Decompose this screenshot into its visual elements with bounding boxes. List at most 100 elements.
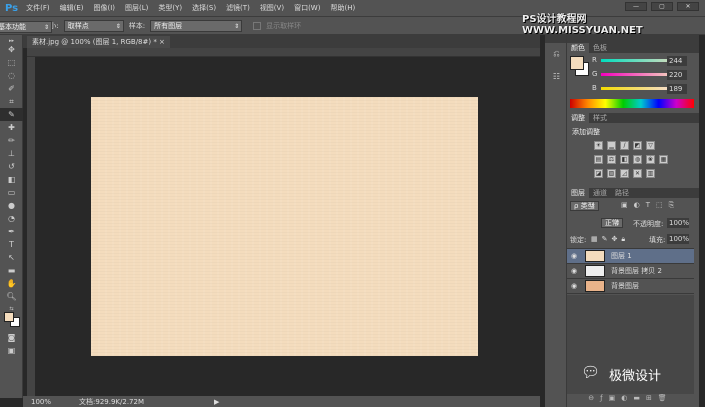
lasso-tool-icon[interactable]: ◌ xyxy=(0,69,23,82)
type-tool-icon[interactable]: T xyxy=(0,238,23,251)
collapse-icon[interactable]: ▸▸ xyxy=(0,35,23,44)
color-swatches[interactable] xyxy=(0,311,22,331)
status-menu-arrow-icon[interactable]: ▶ xyxy=(214,398,219,406)
menu-filter[interactable]: 滤镜(T) xyxy=(226,3,250,13)
layers-footer-buttons[interactable]: ⊖ƒ▣◐▬⊞🗑︎ xyxy=(567,394,694,405)
layer-thumbnail xyxy=(585,265,605,277)
black-white-icon[interactable]: ◧ xyxy=(620,155,629,164)
color-balance-icon[interactable]: ⚖ xyxy=(607,155,616,164)
shape-tool-icon[interactable]: ▬ xyxy=(0,264,23,277)
menu-edit[interactable]: 编辑(E) xyxy=(60,3,84,13)
adjust-panel-tabs: 调整 样式 xyxy=(567,113,699,123)
opacity-label: 不透明度: xyxy=(633,220,664,228)
menu-select[interactable]: 选择(S) xyxy=(192,3,216,13)
sample-label: 样本: xyxy=(128,21,146,30)
swap-colors-icon[interactable]: ⇆ xyxy=(0,303,23,312)
pen-tool-icon[interactable]: ✒ xyxy=(0,225,23,238)
layer-thumbnail xyxy=(585,250,605,262)
exposure-icon[interactable]: ◩ xyxy=(633,141,642,150)
eye-icon[interactable]: ◉ xyxy=(567,267,581,275)
menu-help[interactable]: 帮助(H) xyxy=(330,3,355,13)
blue-value[interactable]: 189 xyxy=(667,84,687,94)
eye-icon[interactable]: ◉ xyxy=(567,282,581,290)
zoom-tool-icon[interactable]: 🔍︎ xyxy=(0,290,23,303)
brightness-icon[interactable]: ☀ xyxy=(594,141,603,150)
tab-styles[interactable]: 样式 xyxy=(589,113,611,123)
hand-tool-icon[interactable]: ✋ xyxy=(0,277,23,290)
hue-sat-icon[interactable]: ▤ xyxy=(594,155,603,164)
menu-window[interactable]: 窗口(W) xyxy=(294,3,320,13)
zoom-level[interactable]: 100% xyxy=(31,398,51,406)
quick-select-tool-icon[interactable]: ✐ xyxy=(0,82,23,95)
eraser-tool-icon[interactable]: ◧ xyxy=(0,173,23,186)
layer-filter-select[interactable]: ρ 类型 xyxy=(570,201,599,211)
levels-icon[interactable]: ▁ xyxy=(607,141,616,150)
quick-mask-icon[interactable]: ◙ xyxy=(0,331,23,344)
status-bar: 100% 文档:929.9K/2.72M ▶ xyxy=(23,396,540,407)
screen-mode-icon[interactable]: ▣ xyxy=(0,344,23,357)
green-value[interactable]: 220 xyxy=(667,70,687,80)
selective-color-icon[interactable]: ✕ xyxy=(633,169,642,178)
layer-name: 图层 1 xyxy=(611,252,632,260)
tab-swatches[interactable]: 色板 xyxy=(589,43,611,53)
document-size: 文档:929.9K/2.72M xyxy=(79,397,144,406)
red-value[interactable]: 244 xyxy=(667,56,687,66)
healing-tool-icon[interactable]: ✚ xyxy=(0,121,23,134)
menu-file[interactable]: 文件(F) xyxy=(26,3,50,13)
threshold-icon[interactable]: ◿ xyxy=(620,169,629,178)
layer-row[interactable]: ◉ 背景图层 拷贝 2 xyxy=(567,264,694,279)
foreground-color-swatch[interactable] xyxy=(570,56,584,70)
sample-select[interactable]: 所有图层 xyxy=(150,19,243,32)
tab-layers[interactable]: 图层 xyxy=(567,188,589,198)
tab-channels[interactable]: 通道 xyxy=(589,188,611,198)
lock-icons[interactable]: ▦✎✥🔒︎ xyxy=(591,235,629,244)
invert-icon[interactable]: ◪ xyxy=(594,169,603,178)
layer-name: 背景图层 xyxy=(611,282,639,290)
marquee-tool-icon[interactable]: ⬚ xyxy=(0,56,23,69)
photoshop-logo: Ps xyxy=(5,2,19,14)
color-panel-tabs: 颜色 色板 xyxy=(567,43,699,53)
document-tab[interactable]: 素材.jpg @ 100% (图层 1, RGB/8#) * × xyxy=(27,36,170,48)
layer-filter-icons[interactable]: ▣◐T⬚⎘ xyxy=(621,201,680,210)
opacity-input[interactable]: 100% xyxy=(667,218,689,228)
tab-paths[interactable]: 路径 xyxy=(611,188,633,198)
tab-color[interactable]: 颜色 xyxy=(567,43,589,53)
document-canvas[interactable] xyxy=(91,97,478,356)
menu-type[interactable]: 类型(Y) xyxy=(158,3,182,13)
menu-view[interactable]: 视图(V) xyxy=(260,3,284,13)
menu-image[interactable]: 图像(I) xyxy=(94,3,116,13)
menu-layer[interactable]: 图层(L) xyxy=(125,3,148,13)
properties-panel-icon[interactable]: ☷ xyxy=(545,70,568,83)
top-ruler xyxy=(27,48,540,57)
move-tool-icon[interactable]: ✥ xyxy=(0,43,23,56)
color-lookup-icon[interactable]: ▦ xyxy=(659,155,668,164)
posterize-icon[interactable]: ▨ xyxy=(607,169,616,178)
fill-input[interactable]: 100% xyxy=(667,234,689,244)
workspace-select[interactable]: 基本功能 xyxy=(0,21,52,33)
path-select-tool-icon[interactable]: ↖ xyxy=(0,251,23,264)
gradient-tool-icon[interactable]: ▭ xyxy=(0,186,23,199)
show-ring-checkbox[interactable] xyxy=(253,21,262,30)
eyedropper-tool-icon[interactable]: ✎ xyxy=(0,108,23,121)
history-panel-icon[interactable]: ⎌ xyxy=(545,47,568,60)
channel-mixer-icon[interactable]: ❀ xyxy=(646,155,655,164)
eye-icon[interactable]: ◉ xyxy=(567,252,581,260)
color-spectrum[interactable] xyxy=(570,99,694,108)
blend-mode-select[interactable]: 正常 xyxy=(600,218,623,228)
sample-size-select[interactable]: 取样点 xyxy=(63,19,124,32)
blur-tool-icon[interactable]: ● xyxy=(0,199,23,212)
layer-row[interactable]: ◉ 图层 1 xyxy=(567,249,694,264)
gradient-map-icon[interactable]: ▥ xyxy=(646,169,655,178)
history-brush-icon[interactable]: ↺ xyxy=(0,160,23,173)
tab-adjustments[interactable]: 调整 xyxy=(567,113,589,123)
crop-tool-icon[interactable]: ⌗ xyxy=(0,95,23,108)
vibrance-icon[interactable]: ▽ xyxy=(646,141,655,150)
stamp-tool-icon[interactable]: ⊥ xyxy=(0,147,23,160)
photo-filter-icon[interactable]: ◍ xyxy=(633,155,642,164)
dodge-tool-icon[interactable]: ◔ xyxy=(0,212,23,225)
layer-row[interactable]: ◉ 背景图层 xyxy=(567,279,694,294)
layers-panel: ρ 类型 ▣◐T⬚⎘ 正常 不透明度: 100% 锁定: ▦✎✥🔒︎ 填充: 1… xyxy=(567,198,699,406)
brush-tool-icon[interactable]: ✏ xyxy=(0,134,23,147)
show-ring-label: 显示取样环 xyxy=(266,21,302,30)
curves-icon[interactable]: / xyxy=(620,141,629,150)
